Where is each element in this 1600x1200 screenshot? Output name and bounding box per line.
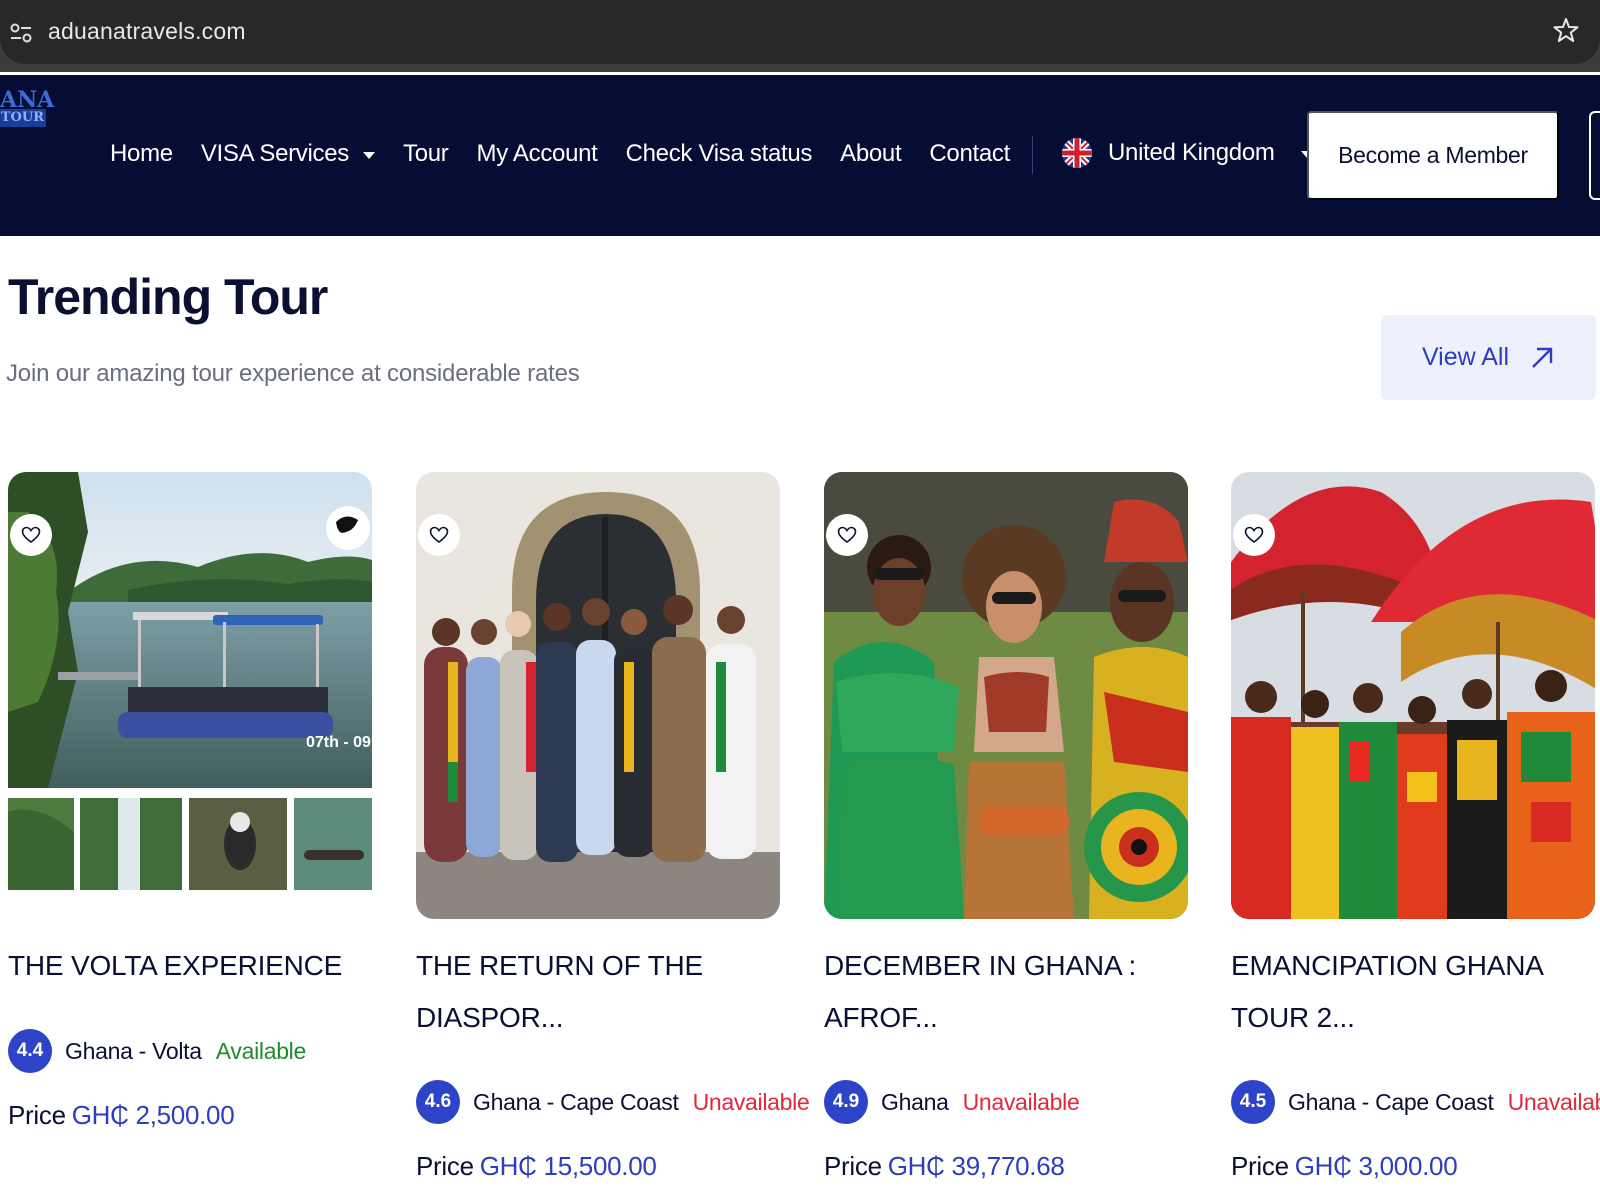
- poster-date-text: 07th - 09 JUNE 20: [306, 734, 372, 751]
- country-selector[interactable]: United Kingdom: [1062, 138, 1313, 168]
- tour-price: Price GH₵ 3,000.00: [1231, 1151, 1458, 1182]
- price-value: GH₵ 2,500.00: [71, 1100, 235, 1130]
- nav-divider: [1032, 136, 1033, 174]
- become-member-button[interactable]: Become a Member: [1307, 111, 1559, 200]
- tour-title[interactable]: EMANCIPATION GHANA TOUR 2...: [1231, 940, 1595, 1044]
- chevron-down-icon: [363, 151, 375, 159]
- tour-location: Ghana - Cape Coast: [1288, 1088, 1494, 1115]
- rating-badge: 4.5: [1231, 1080, 1275, 1124]
- tour-card[interactable]: 07th - 09 JUNE 20 THE VOLTA EXPERIENCE 4…: [8, 472, 372, 1200]
- url-text[interactable]: aduanatravels.com: [48, 18, 246, 45]
- tour-card[interactable]: EMANCIPATION GHANA TOUR 2... 4.5 Ghana -…: [1231, 472, 1600, 1200]
- tour-price: Price GH₵ 15,500.00: [416, 1151, 657, 1182]
- rating-badge: 4.9: [824, 1080, 868, 1124]
- favorite-button[interactable]: [1233, 514, 1275, 556]
- site-logo[interactable]: ANA TOUR: [0, 87, 55, 131]
- nav-my-account[interactable]: My Account: [477, 140, 598, 168]
- main-nav: Home VISA Services Tour My Account Check…: [110, 140, 1038, 168]
- tour-meta: 4.5 Ghana - Cape Coast Unavailable: [1231, 1080, 1600, 1124]
- tour-card-image[interactable]: [824, 472, 1188, 919]
- availability-status: Unavailable: [962, 1088, 1080, 1115]
- site-info-icon[interactable]: [6, 18, 36, 48]
- heart-icon: [429, 526, 449, 543]
- price-label: Price: [824, 1151, 882, 1181]
- price-label: Price: [1231, 1151, 1289, 1181]
- heart-icon: [837, 526, 857, 543]
- tour-card-image[interactable]: 07th - 09 JUNE 20: [8, 472, 372, 919]
- tour-card[interactable]: DECEMBER IN GHANA : AFROF... 4.9 Ghana U…: [824, 472, 1188, 1200]
- nav-about[interactable]: About: [840, 140, 902, 168]
- tour-card-image[interactable]: [1231, 472, 1595, 919]
- nav-tour[interactable]: Tour: [403, 140, 449, 168]
- price-label: Price: [416, 1151, 474, 1181]
- tour-meta: 4.6 Ghana - Cape Coast Unavailable: [416, 1080, 810, 1124]
- logo-subtext: TOUR: [0, 109, 46, 127]
- rating-badge: 4.4: [8, 1029, 52, 1073]
- favorite-button[interactable]: [826, 514, 868, 556]
- favorite-button[interactable]: [10, 514, 52, 556]
- logo-text: ANA: [0, 87, 55, 113]
- nav-contact[interactable]: Contact: [929, 140, 1010, 168]
- tour-card[interactable]: THE RETURN OF THE DIASPOR... 4.6 Ghana -…: [416, 472, 810, 1200]
- price-value: GH₵ 39,770.68: [887, 1151, 1065, 1181]
- nav-home[interactable]: Home: [110, 140, 173, 168]
- availability-status: Unavailable: [1507, 1088, 1600, 1115]
- tour-price: Price GH₵ 39,770.68: [824, 1151, 1065, 1182]
- availability-status: Unavailable: [692, 1088, 810, 1115]
- address-bar[interactable]: aduanatravels.com: [0, 0, 1600, 64]
- price-value: GH₵ 3,000.00: [1294, 1151, 1458, 1181]
- tour-title[interactable]: THE VOLTA EXPERIENCE: [8, 940, 372, 992]
- favorite-button[interactable]: [418, 514, 460, 556]
- tour-location: Ghana - Volta: [65, 1037, 202, 1064]
- star-icon[interactable]: [1552, 16, 1580, 44]
- header-edge-button[interactable]: [1589, 111, 1600, 200]
- availability-status: Available: [215, 1037, 307, 1064]
- nav-visa-services[interactable]: VISA Services: [201, 140, 375, 168]
- section-title: Trending Tour: [8, 269, 328, 325]
- tour-price: Price GH₵ 2,500.00: [8, 1100, 235, 1131]
- price-value: GH₵ 15,500.00: [479, 1151, 657, 1181]
- nav-check-visa-status[interactable]: Check Visa status: [626, 140, 813, 168]
- price-label: Price: [8, 1100, 66, 1130]
- uk-flag-icon: [1062, 138, 1092, 168]
- tour-location: Ghana: [881, 1088, 949, 1115]
- country-label: United Kingdom: [1108, 139, 1275, 166]
- heart-icon: [21, 526, 41, 543]
- view-all-button[interactable]: View All: [1381, 315, 1596, 400]
- tour-location: Ghana - Cape Coast: [473, 1088, 679, 1115]
- nav-visa-services-label: VISA Services: [200, 140, 349, 167]
- rating-badge: 4.6: [416, 1080, 460, 1124]
- tour-card-image[interactable]: [416, 472, 780, 919]
- section-subtitle: Join our amazing tour experience at cons…: [6, 360, 580, 387]
- tour-meta: 4.9 Ghana Unavailable: [824, 1080, 1080, 1124]
- tour-meta: 4.4 Ghana - Volta Available: [8, 1029, 306, 1073]
- view-all-label: View All: [1421, 343, 1510, 371]
- heart-icon: [1244, 526, 1264, 543]
- tour-title[interactable]: DECEMBER IN GHANA : AFROF...: [824, 940, 1188, 1044]
- arrow-up-right-icon: [1532, 347, 1553, 368]
- tour-title[interactable]: THE RETURN OF THE DIASPOR...: [416, 940, 780, 1044]
